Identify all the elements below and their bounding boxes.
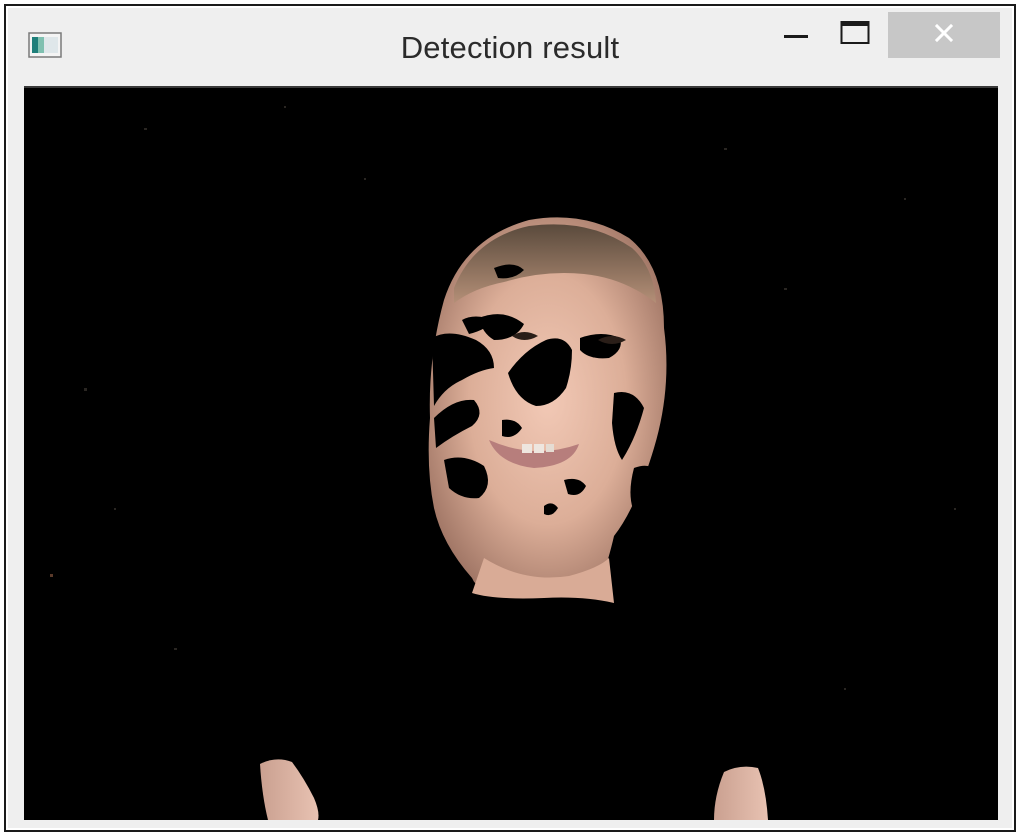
detection-result-image bbox=[24, 86, 998, 820]
close-icon bbox=[933, 22, 955, 49]
app-window-icon[interactable] bbox=[28, 32, 62, 58]
minimize-icon bbox=[782, 19, 810, 52]
app-window: Detection result bbox=[8, 8, 1012, 828]
title-bar[interactable]: Detection result bbox=[8, 8, 1012, 86]
close-button[interactable] bbox=[888, 12, 1000, 58]
maximize-icon bbox=[840, 20, 870, 51]
maximize-button[interactable] bbox=[832, 12, 878, 58]
minimize-button[interactable] bbox=[773, 12, 819, 58]
screenshot-border: Detection result bbox=[4, 4, 1016, 832]
skin-detection-mask bbox=[24, 88, 998, 820]
